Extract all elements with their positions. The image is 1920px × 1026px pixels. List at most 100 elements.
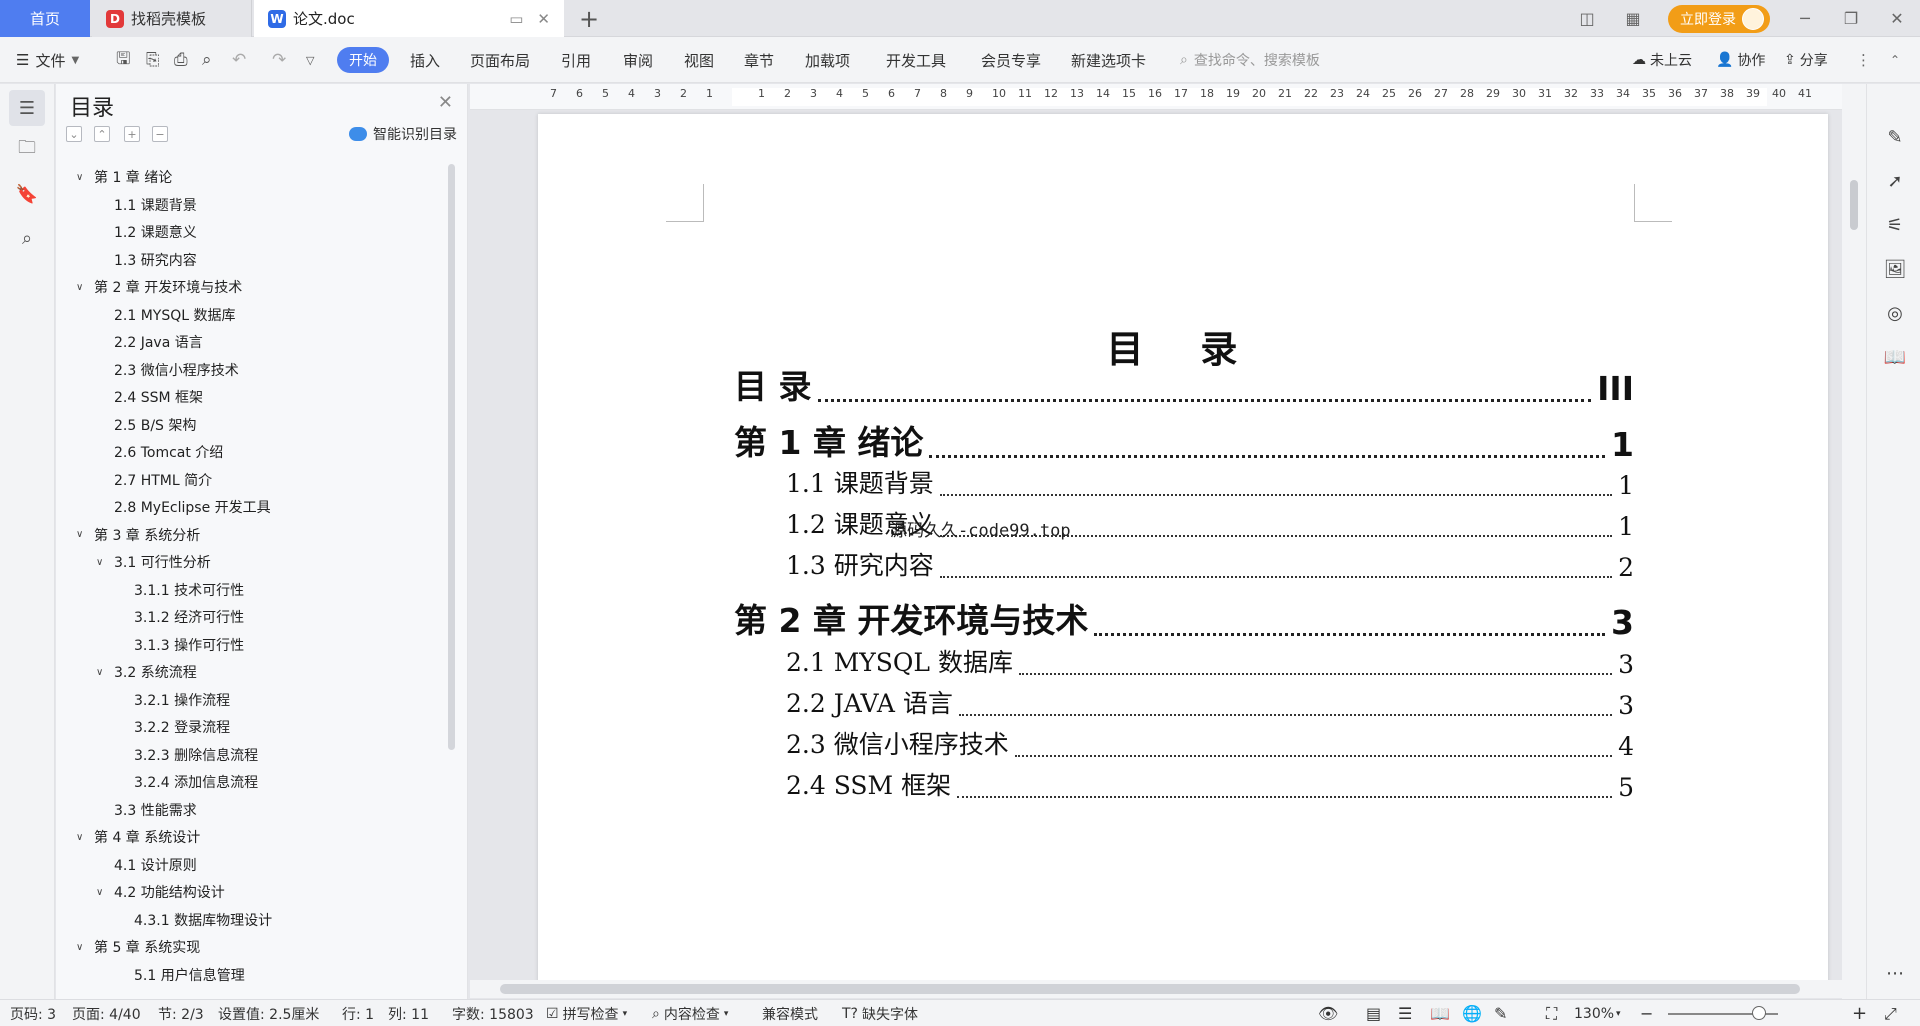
toc-tree-item[interactable]: ∨ 第 4 章 系统设计 [76,824,200,850]
fit-page-icon[interactable]: ⛶ [1546,1000,1557,1026]
new-tab-button[interactable]: + [574,4,604,34]
toc-tree-item[interactable]: 4.1 设计原则 [96,852,197,878]
save-icon[interactable]: 🖫 [116,37,130,83]
menu-chapter[interactable]: 章节 [744,37,774,83]
menu-member[interactable]: 会员专享 [981,37,1041,83]
toc-tree-item[interactable]: ∨ 第 2 章 开发环境与技术 [76,274,242,300]
toc-tree-item[interactable]: 2.2 Java 语言 [96,329,203,355]
command-search[interactable]: ⌕ 查找命令、搜索模板 [1180,37,1320,83]
toc-entry[interactable]: 1.1 课题背景 1 [786,464,1634,500]
horizontal-ruler[interactable]: 7 6 5 4 3 2 1 1 2 3 4 5 6 7 8 9 10 11 12 13 14 15 16 17 18 19 20 21… [470,84,1842,110]
toc-tree-item[interactable]: 3.3 性能需求 [96,797,197,823]
menu-start[interactable]: 开始 [337,47,389,73]
toc-scrollbar[interactable] [448,164,455,750]
find-icon[interactable]: ⌕ [9,220,45,256]
print-preview-icon[interactable]: ⌕ [202,37,212,83]
outline-view-icon[interactable]: ☰ [1398,1000,1412,1026]
toc-tree-item[interactable]: 4.3.1 数据库物理设计 [116,907,272,933]
pen-icon[interactable]: ✎ [1882,124,1908,150]
toc-tree-item[interactable]: 3.2.2 登录流程 [116,714,230,740]
toc-tree-item[interactable]: ∨ 4.2 功能结构设计 [96,879,225,905]
adjust-sliders-icon[interactable]: ⚟ [1882,212,1908,238]
toc-tree-item[interactable]: ∨ 第 1 章 绪论 [76,164,172,190]
scroll-thumb[interactable] [1850,180,1858,230]
redo-icon[interactable]: ↷ [272,37,286,83]
toc-tree-item[interactable]: 2.7 HTML 简介 [96,467,212,493]
scroll-thumb[interactable] [500,984,1800,994]
spell-check-button[interactable]: ☑ 拼写检查 ▾ [546,1000,627,1026]
export-pdf-icon[interactable]: ⎘ [146,37,160,83]
chevron-down-icon[interactable]: ∨ [76,529,90,540]
file-menu[interactable]: ☰ 文件 ▼ [16,37,79,83]
zoom-out-icon[interactable]: − [1640,1000,1653,1026]
toc-tree-item[interactable]: ∨ 第 5 章 系统实现 [76,934,200,960]
reading-book-icon[interactable]: 📖 [1882,344,1908,370]
image-tools-icon[interactable]: 🖼 [1882,256,1908,282]
tab-home[interactable]: 首页 [0,0,90,37]
reading-layout-icon[interactable]: ◫ [1564,9,1610,28]
minimize-icon[interactable]: ─ [1782,9,1828,28]
close-icon[interactable]: ✕ [438,92,453,113]
chevron-down-icon[interactable]: ∨ [76,832,90,843]
page-view-icon[interactable]: ▤ [1366,1000,1381,1026]
fullscreen-icon[interactable]: ⤢ [1884,1000,1897,1026]
zoom-slider-handle[interactable] [1752,1006,1766,1020]
toc-tree-item[interactable]: 3.1.1 技术可行性 [116,577,244,603]
pin-tab-icon[interactable]: ▭ [509,10,523,28]
reading-view-icon[interactable]: 📖 [1430,1000,1450,1026]
chapter-nav-icon[interactable]: 🗀 [9,132,45,168]
eye-protect-icon[interactable]: 👁 [1318,1000,1338,1026]
toc-tree-item[interactable]: ∨ 3.2 系统流程 [96,659,197,685]
close-window-icon[interactable]: ✕ [1874,9,1920,28]
expand-all-icon[interactable]: ⌄ [66,126,82,142]
apps-grid-icon[interactable]: ▦ [1610,9,1656,28]
tab-document[interactable]: W 论文.doc ▭ ✕ [254,0,564,37]
document-area[interactable]: 目 录 目 录 III 第 1 章 绪论 1 1.1 课题背景 1 1.2 课题意义 1 1.3… [470,110,1842,980]
page-indicator[interactable]: 页面: 4/40 [72,1000,141,1026]
toc-tree-item[interactable]: 3.2.1 操作流程 [116,687,230,713]
toc-tree-item[interactable]: 3.2.4 添加信息流程 [116,769,258,795]
collab-button[interactable]: 👤 协作 [1716,37,1765,83]
toc-entry[interactable]: 2.1 MYSQL 数据库 3 [786,643,1634,679]
missing-font-button[interactable]: T? 缺失字体 [842,1000,918,1026]
toc-tree-item[interactable]: ∨ 第 3 章 系统分析 [76,522,200,548]
chevron-down-icon[interactable]: ∨ [96,887,110,898]
menu-developer[interactable]: 开发工具 [886,37,946,83]
customize-toolbar-icon[interactable]: ▽ [306,37,314,83]
write-view-icon[interactable]: ✎ [1494,1000,1507,1026]
assistant-icon[interactable]: ◎ [1882,300,1908,326]
toc-tree-item[interactable]: ∨ 3.1 可行性分析 [96,549,211,575]
horizontal-scrollbar[interactable] [470,980,1842,998]
toc-entry[interactable]: 2.3 微信小程序技术 4 [786,725,1634,761]
toc-panel-icon[interactable]: ☰ [9,90,45,126]
toc-entry[interactable]: 第 1 章 绪论 1 [734,416,1634,464]
toc-entry[interactable]: 2.4 SSM 框架 5 [786,766,1634,802]
menu-review[interactable]: 审阅 [623,37,653,83]
toc-tree-item[interactable]: 3.2.3 删除信息流程 [116,742,258,768]
collapse-all-icon[interactable]: ⌃ [94,126,110,142]
undo-icon[interactable]: ↶ [232,37,246,83]
toc-tree-item[interactable]: 3.1.2 经济可行性 [116,604,244,630]
menu-page-layout[interactable]: 页面布局 [470,37,530,83]
menu-references[interactable]: 引用 [561,37,591,83]
menu-insert[interactable]: 插入 [410,37,440,83]
chevron-down-icon[interactable]: ∨ [96,667,110,678]
toc-tree-item[interactable]: 2.4 SSM 框架 [96,384,203,410]
content-check-button[interactable]: ⌕ 内容检查 ▾ [652,1000,728,1026]
zoom-in-icon[interactable]: + [1852,1000,1867,1026]
remove-item-icon[interactable]: − [152,126,168,142]
toc-tree-item[interactable]: 2.6 Tomcat 介绍 [96,439,223,465]
menu-new-tab[interactable]: 新建选项卡 [1071,37,1146,83]
zoom-level[interactable]: 130% ▾ [1574,1000,1621,1026]
toc-tree-item[interactable]: 1.3 研究内容 [96,247,197,273]
toc-entry[interactable]: 第 2 章 开发环境与技术 3 [734,594,1634,642]
toc-entry[interactable]: 2.2 JAVA 语言 3 [786,684,1634,720]
menu-addins[interactable]: 加载项 [805,37,850,83]
chevron-down-icon[interactable]: ∨ [76,172,90,183]
more-options-icon[interactable]: ⋮ [1856,37,1871,83]
share-button[interactable]: ⇪ 分享 [1784,37,1828,83]
more-icon[interactable]: ⋯ [1882,960,1908,986]
vertical-scrollbar[interactable] [1842,84,1866,999]
toc-tree-item[interactable]: 5.1 用户信息管理 [116,962,245,988]
collapse-ribbon-icon[interactable]: ⌃ [1890,37,1900,83]
